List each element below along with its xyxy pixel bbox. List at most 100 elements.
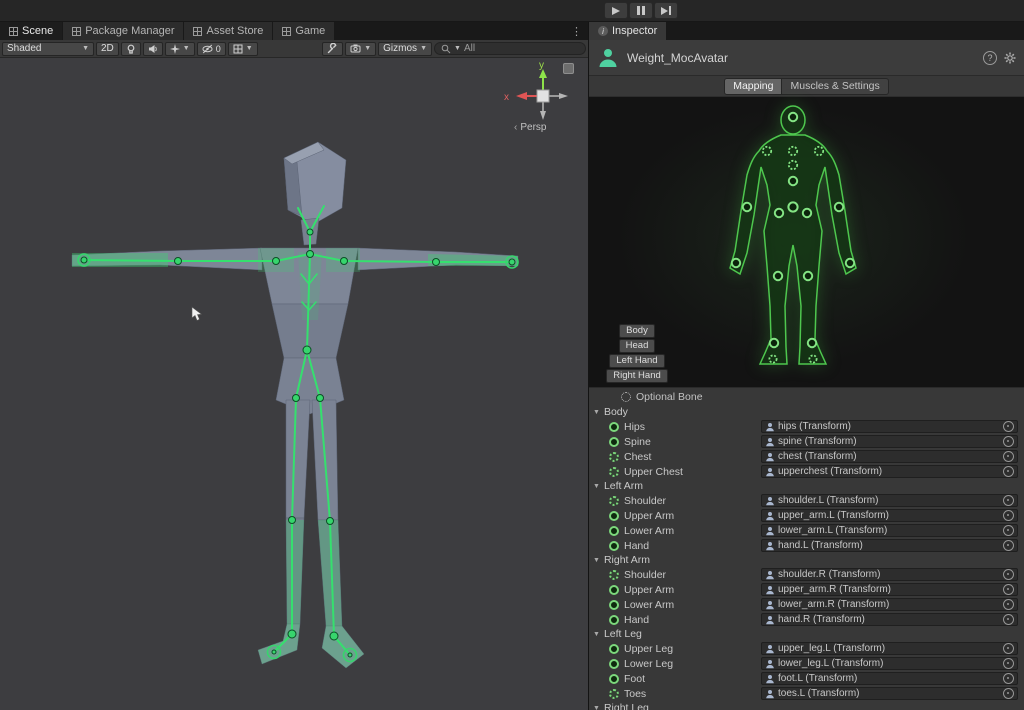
object-field-value: upperchest (Transform) [778, 466, 882, 477]
bone-group-left-leg[interactable]: ▼Left Leg [589, 627, 1024, 641]
speaker-icon [148, 44, 158, 54]
play-button[interactable] [604, 2, 628, 19]
help-icon[interactable] [983, 51, 997, 65]
object-field-value: foot.L (Transform) [778, 673, 857, 684]
bone-name: Hand [624, 614, 649, 626]
object-field[interactable]: hand.R (Transform) [761, 613, 1018, 626]
object-field[interactable]: chest (Transform) [761, 450, 1018, 463]
left-hand-button[interactable]: Left Hand [609, 354, 664, 368]
tab-mapping[interactable]: Mapping [724, 78, 782, 95]
draw-mode-dropdown[interactable]: Shaded ▼ [2, 42, 94, 56]
bone-row-body-spine: Spinespine (Transform) [589, 434, 1024, 449]
gizmo-lock-icon[interactable] [563, 63, 574, 74]
object-field[interactable]: foot.L (Transform) [761, 672, 1018, 685]
audio-toggle[interactable] [143, 42, 163, 56]
gizmos-label: Gizmos [383, 43, 417, 54]
chevron-down-icon: ▼ [183, 45, 190, 52]
optional-bone-icon [609, 496, 619, 506]
bone-group-body[interactable]: ▼Body [589, 405, 1024, 419]
object-picker-icon[interactable] [1003, 599, 1014, 610]
tab-package-manager[interactable]: Package Manager [63, 22, 184, 40]
bone-group-right-leg[interactable]: ▼Right Leg [589, 701, 1024, 710]
tab-game[interactable]: Game [273, 22, 335, 40]
bone-name: Upper Arm [624, 584, 674, 596]
object-picker-icon[interactable] [1003, 525, 1014, 536]
right-hand-button[interactable]: Right Hand [606, 369, 668, 383]
scene-search-input[interactable]: ▼ All [434, 42, 586, 55]
main-toolbar [0, 0, 1024, 22]
object-field-value: upper_leg.L (Transform) [778, 643, 885, 654]
axis-y-label: y [539, 60, 544, 71]
object-field-value: upper_arm.R (Transform) [778, 584, 891, 595]
bone-row-body-hips: Hipships (Transform) [589, 419, 1024, 434]
hidden-count: 0 [216, 44, 221, 54]
object-picker-icon[interactable] [1003, 673, 1014, 684]
bone-label: Lower Arm [609, 599, 761, 611]
optional-bone-legend: Optional Bone [589, 389, 1024, 405]
object-picker-icon[interactable] [1003, 658, 1014, 669]
tab-label: Asset Store [206, 25, 263, 37]
object-picker-icon[interactable] [1003, 451, 1014, 462]
grid-dropdown[interactable]: ▼ [228, 42, 258, 56]
object-picker-icon[interactable] [1003, 643, 1014, 654]
bone-group-right-arm[interactable]: ▼Right Arm [589, 553, 1024, 567]
tab-asset-store[interactable]: Asset Store [184, 22, 273, 40]
pause-button[interactable] [629, 2, 653, 19]
bone-name: Shoulder [624, 495, 666, 507]
tab-label: Game [295, 25, 325, 37]
object-field[interactable]: shoulder.L (Transform) [761, 494, 1018, 507]
object-field[interactable]: upperchest (Transform) [761, 465, 1018, 478]
bone-label: Upper Leg [609, 643, 761, 655]
object-field[interactable]: lower_arm.R (Transform) [761, 598, 1018, 611]
object-picker-icon[interactable] [1003, 614, 1014, 625]
object-picker-icon[interactable] [1003, 421, 1014, 432]
object-picker-icon[interactable] [1003, 688, 1014, 699]
gear-icon[interactable] [1004, 52, 1016, 64]
bone-group-left-arm[interactable]: ▼Left Arm [589, 479, 1024, 493]
scene-viewport[interactable]: y x Persp [0, 58, 588, 710]
object-field[interactable]: spine (Transform) [761, 435, 1018, 448]
object-picker-icon[interactable] [1003, 540, 1014, 551]
foldout-icon: ▼ [593, 631, 600, 638]
object-picker-icon[interactable] [1003, 466, 1014, 477]
step-button[interactable] [654, 2, 678, 19]
group-label: Right Arm [604, 554, 650, 566]
head-button[interactable]: Head [619, 339, 656, 353]
hidden-objects-toggle[interactable]: 0 [197, 42, 226, 56]
object-field[interactable]: shoulder.R (Transform) [761, 568, 1018, 581]
object-field[interactable]: lower_arm.L (Transform) [761, 524, 1018, 537]
object-field[interactable]: toes.L (Transform) [761, 687, 1018, 700]
tab-scene[interactable]: Scene [0, 22, 63, 40]
lighting-toggle[interactable] [121, 42, 141, 56]
tools-button[interactable] [322, 42, 343, 56]
gizmos-dropdown[interactable]: Gizmos ▼ [378, 42, 432, 56]
object-field[interactable]: upper_arm.L (Transform) [761, 509, 1018, 522]
play-icon [612, 7, 620, 15]
object-field[interactable]: hips (Transform) [761, 420, 1018, 433]
object-field[interactable]: lower_leg.L (Transform) [761, 657, 1018, 670]
object-picker-icon[interactable] [1003, 495, 1014, 506]
pane-menu-icon[interactable]: ⋮ [565, 25, 588, 38]
projection-toggle[interactable]: Persp [514, 122, 546, 133]
effects-dropdown[interactable]: ▼ [165, 42, 195, 56]
bone-label: Shoulder [609, 495, 761, 507]
object-picker-icon[interactable] [1003, 436, 1014, 447]
tab-muscles-settings[interactable]: Muscles & Settings [781, 78, 888, 95]
object-picker-icon[interactable] [1003, 569, 1014, 580]
bone-row-left-arm-hand: Handhand.L (Transform) [589, 538, 1024, 553]
body-button[interactable]: Body [619, 324, 655, 338]
object-field[interactable]: hand.L (Transform) [761, 539, 1018, 552]
wrench-icon [327, 43, 338, 54]
object-picker-icon[interactable] [1003, 510, 1014, 521]
avatar-diagram[interactable] [703, 101, 883, 383]
bone-row-left-leg-lower-leg: Lower Leglower_leg.L (Transform) [589, 656, 1024, 671]
2d-toggle[interactable]: 2D [96, 42, 119, 56]
bone-name: Lower Arm [624, 525, 674, 537]
object-field-value: lower_arm.R (Transform) [778, 599, 889, 610]
object-field[interactable]: upper_arm.R (Transform) [761, 583, 1018, 596]
camera-dropdown[interactable]: ▼ [345, 42, 376, 56]
object-picker-icon[interactable] [1003, 584, 1014, 595]
object-field[interactable]: upper_leg.L (Transform) [761, 642, 1018, 655]
tab-label: Inspector [612, 25, 657, 37]
tab-inspector[interactable]: Inspector [589, 22, 667, 40]
